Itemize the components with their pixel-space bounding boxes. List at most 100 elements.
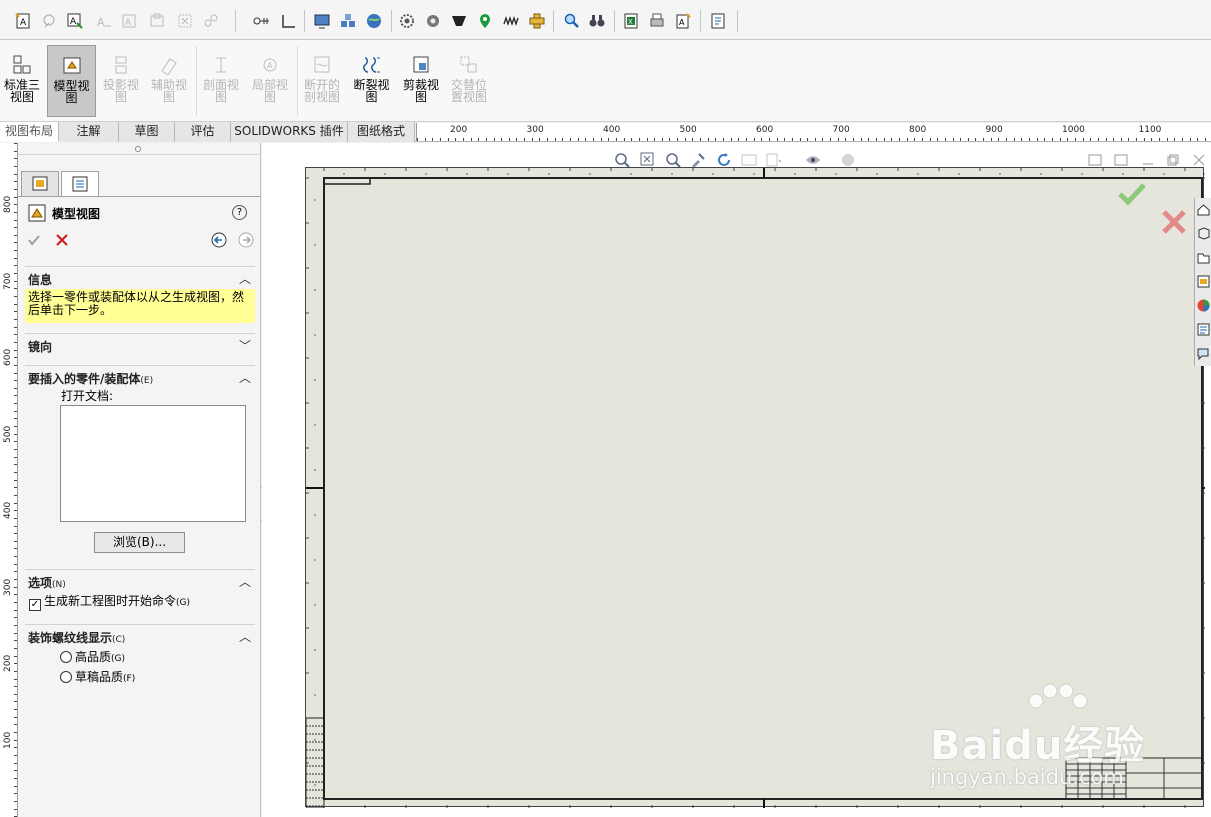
surface-finish-icon[interactable]: A <box>94 12 112 30</box>
high-quality-radio[interactable] <box>60 651 72 663</box>
hole-callout-icon[interactable] <box>148 12 166 30</box>
centerline-icon[interactable] <box>280 12 298 30</box>
chain-icon[interactable] <box>202 12 220 30</box>
confirm-cancel-icon[interactable] <box>1160 208 1188 236</box>
standard-three-view-button[interactable]: 标准三 视图 <box>2 45 42 117</box>
watermark-brand: Baidu经验 <box>930 723 1146 769</box>
tab-solidworks-addins[interactable]: SOLIDWORKS 插件 <box>231 122 348 142</box>
ruler-tick <box>14 762 17 764</box>
gear-icon[interactable] <box>398 12 416 30</box>
location-pin-icon[interactable] <box>476 12 494 30</box>
ruler-tick <box>853 138 855 141</box>
section-cosmetic-thread-header[interactable]: 装饰螺纹线显示(C) ︿ <box>25 624 255 645</box>
ruler-tick <box>1166 138 1168 141</box>
printer-icon[interactable] <box>648 12 666 30</box>
cross-component-icon[interactable] <box>528 12 546 30</box>
funnel-icon[interactable] <box>450 12 468 30</box>
break-view-button[interactable]: 断裂视图 <box>349 45 394 117</box>
ruler-tick <box>868 138 870 141</box>
start-command-checkbox-row[interactable]: ✓ 生成新工程图时开始命令(G) <box>29 592 190 611</box>
tab-sketch[interactable]: 草图 <box>119 122 175 142</box>
info-message: 选择一零件或装配体以从之生成视图，然后单击下一步。 <box>25 289 255 323</box>
draft-quality-shortcut: (F) <box>123 674 136 684</box>
ruler-tick <box>14 456 17 458</box>
tab-view-layout[interactable]: 视图布局 <box>0 122 59 142</box>
datum-icon[interactable] <box>176 12 194 30</box>
ruler-label: 500 <box>3 425 13 443</box>
assembly-icon[interactable] <box>339 12 357 30</box>
model-view-button[interactable]: 模型视图 <box>47 45 96 117</box>
close-icon[interactable] <box>1192 153 1206 167</box>
crop-view-button[interactable]: 剪裁视图 <box>399 45 443 117</box>
start-command-checkbox[interactable]: ✓ <box>29 599 41 611</box>
file-explorer-icon[interactable] <box>1196 250 1211 265</box>
tab-annotation[interactable]: 注解 <box>59 122 119 142</box>
ruler-tick <box>14 655 17 657</box>
appearances-icon[interactable] <box>1196 298 1211 313</box>
tab-sheet-format[interactable]: 图纸格式 <box>348 122 415 142</box>
auxiliary-view-button[interactable]: 辅助视图 <box>147 45 191 117</box>
section-orientation-header[interactable]: 镜向 ﹀ <box>25 333 255 354</box>
weld-symbol-icon[interactable]: A <box>120 12 138 30</box>
tab-evaluate[interactable]: 评估 <box>175 122 231 142</box>
section-options-header[interactable]: 选项(N) ︿ <box>25 569 255 590</box>
draft-quality-radio-row[interactable]: 草稿品质(F) <box>60 668 135 685</box>
section-part-to-insert-header[interactable]: 要插入的零件/装配体(E) ︿ <box>25 365 255 386</box>
restore-icon[interactable] <box>1166 153 1180 167</box>
ruler-tick <box>799 138 801 141</box>
ruler-tick <box>508 138 510 141</box>
cancel-x-icon[interactable] <box>55 233 69 247</box>
ruler-tick <box>14 158 17 160</box>
design-library-icon[interactable] <box>1196 226 1211 241</box>
ruler-tick <box>14 510 17 512</box>
spring-icon[interactable] <box>502 12 520 30</box>
detail-view-button[interactable]: A 局部视图 <box>248 45 292 117</box>
help-button[interactable]: ? <box>232 205 247 220</box>
crop-view-icon <box>413 56 429 73</box>
globe-icon[interactable] <box>365 12 383 30</box>
panel-top-grip[interactable] <box>18 146 261 155</box>
high-quality-shortcut: (G) <box>111 654 126 664</box>
back-arrow-icon[interactable] <box>211 232 227 248</box>
vertical-ruler: 8007006005004003002001000 <box>0 143 18 817</box>
next-arrow-icon[interactable] <box>238 232 254 248</box>
alternate-position-view-button[interactable]: 交替位 置视图 <box>446 45 492 117</box>
graphics-area[interactable]: Baidu经验 jingyan.baidu.com <box>262 143 1211 817</box>
properties-icon[interactable] <box>709 12 727 30</box>
ruler-tick <box>14 372 17 374</box>
custom-properties-icon[interactable] <box>1196 322 1211 337</box>
tile-left-icon[interactable] <box>1088 153 1102 167</box>
section-view-button[interactable]: 剖面视图 <box>199 45 243 117</box>
ruler-tick <box>524 138 526 141</box>
property-manager-tab[interactable] <box>61 171 99 197</box>
center-mark-icon[interactable] <box>252 12 270 30</box>
monitor-icon[interactable] <box>313 12 331 30</box>
search-icon[interactable] <box>562 12 580 30</box>
ruler-label: 500 <box>679 125 697 135</box>
open-documents-list[interactable] <box>60 405 246 522</box>
ruler-label: 600 <box>756 125 774 135</box>
balloon-icon[interactable] <box>40 12 58 30</box>
binoculars-icon[interactable] <box>588 12 606 30</box>
draft-quality-radio[interactable] <box>60 671 72 683</box>
home-icon[interactable] <box>1196 202 1211 217</box>
auto-balloon-icon[interactable]: A <box>66 12 84 30</box>
forum-icon[interactable] <box>1196 346 1211 361</box>
settings-cog-icon[interactable] <box>424 12 442 30</box>
high-quality-label: 高品质 <box>75 650 112 664</box>
minimize-icon[interactable] <box>1141 153 1155 167</box>
high-quality-radio-row[interactable]: 高品质(G) <box>60 648 125 665</box>
note-icon[interactable]: A <box>14 12 32 30</box>
browse-button[interactable]: 浏览(B)... <box>94 532 185 553</box>
section-info-header[interactable]: 信息 ︿ <box>25 266 255 287</box>
projected-view-button[interactable]: 投影视图 <box>99 45 143 117</box>
view-palette-icon[interactable] <box>1196 274 1211 289</box>
detail-view-icon: A <box>263 58 277 72</box>
tile-right-icon[interactable] <box>1114 153 1128 167</box>
broken-out-section-button[interactable]: 断开的 剖视图 <box>300 45 344 117</box>
excel-export-icon[interactable]: X <box>622 12 640 30</box>
feature-manager-tab[interactable] <box>21 171 59 197</box>
confirm-ok-icon[interactable] <box>1117 181 1147 207</box>
new-document-icon[interactable]: A <box>674 12 692 30</box>
ok-check-icon[interactable] <box>27 233 41 247</box>
